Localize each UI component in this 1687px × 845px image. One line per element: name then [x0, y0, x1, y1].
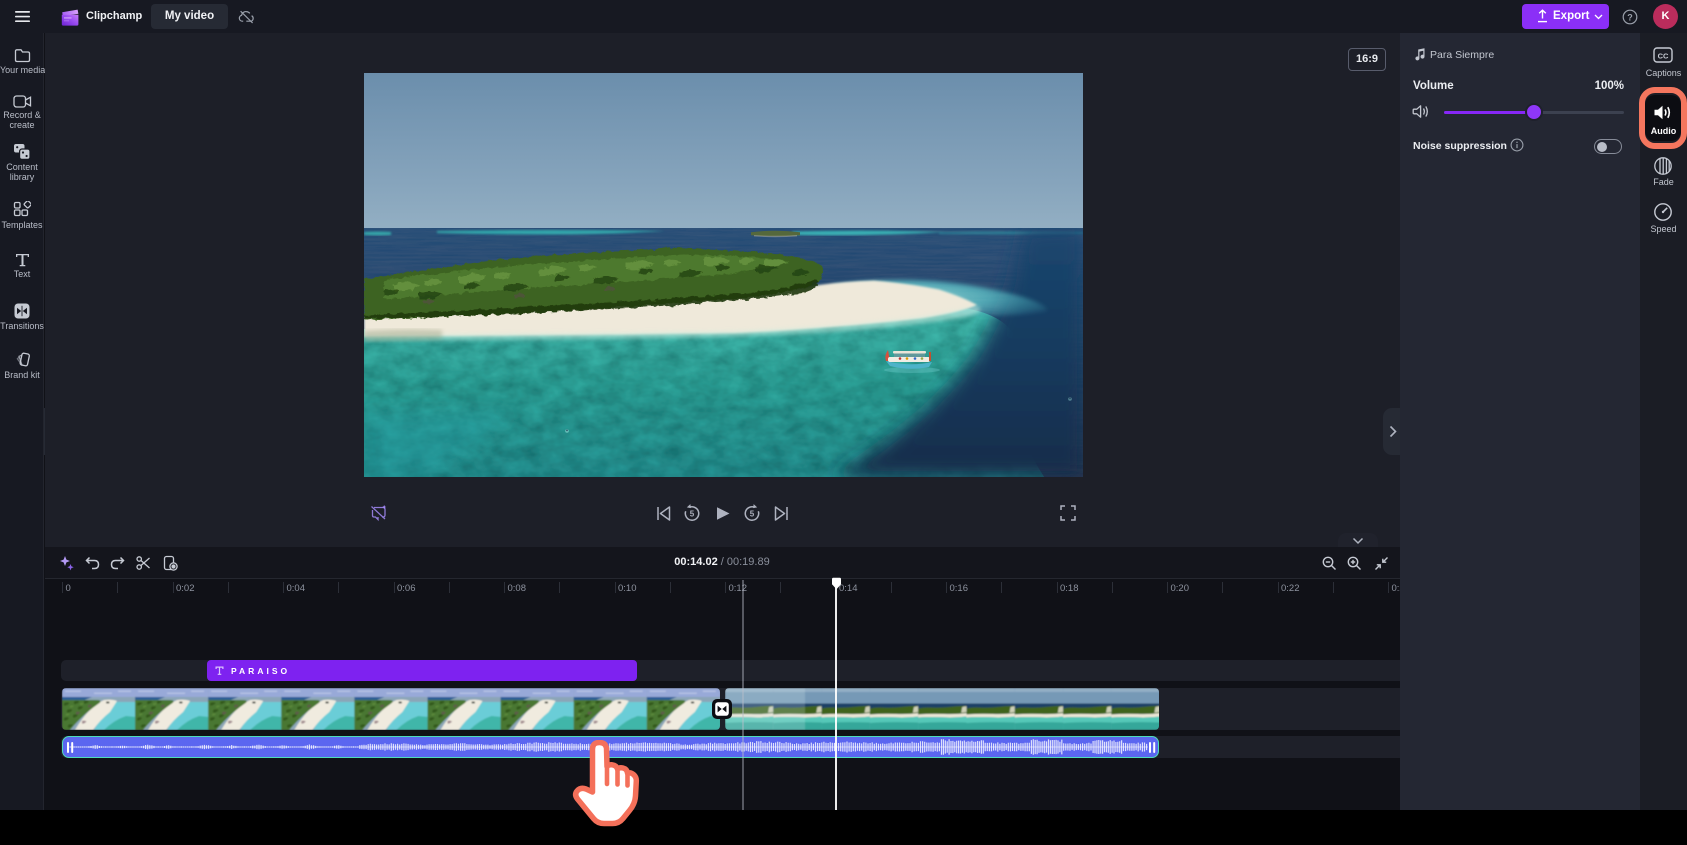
svg-text:5: 5: [690, 510, 695, 519]
svg-text:5: 5: [750, 510, 755, 519]
svg-text:CC: CC: [1658, 51, 1669, 60]
svg-text:?: ?: [1627, 12, 1633, 22]
